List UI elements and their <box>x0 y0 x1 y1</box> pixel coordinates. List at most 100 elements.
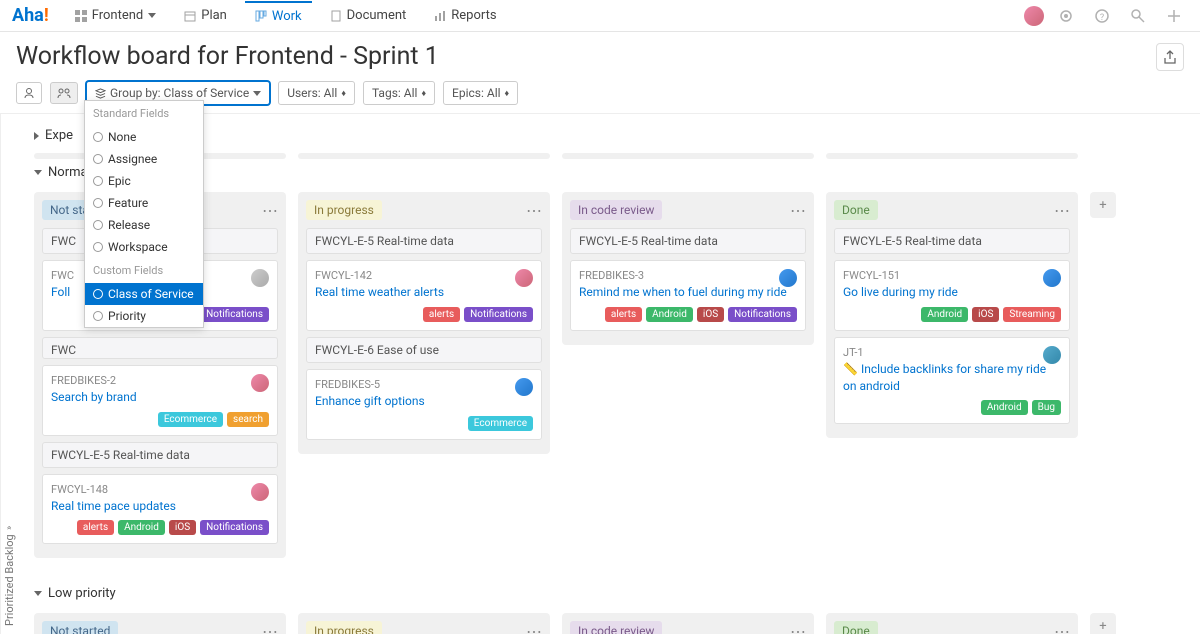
add-column-button[interactable]: + <box>1090 613 1116 634</box>
epic-header[interactable]: FWCYL-E-6 Ease of use <box>306 337 542 363</box>
share-button[interactable] <box>1156 43 1184 71</box>
column-codereview: In code review ⋯ JT-3 Improve alignment … <box>562 613 814 634</box>
plus-icon[interactable] <box>1166 8 1182 24</box>
tag: iOS <box>169 520 196 535</box>
card-title: Go live during my ride <box>843 284 1061 301</box>
column-menu[interactable]: ⋯ <box>1054 622 1070 634</box>
radio-icon <box>93 311 103 321</box>
column-inprogress: In progress ⋯ FWCYL-E-5 Real-time data F… <box>298 613 550 634</box>
tag: iOS <box>697 307 724 322</box>
column-menu[interactable]: ⋯ <box>790 622 806 634</box>
epics-filter[interactable]: Epics: All ♦ <box>443 81 518 105</box>
workspace-selector[interactable]: Frontend <box>65 2 167 29</box>
column-menu[interactable]: ⋯ <box>790 201 806 220</box>
tag: Notifications <box>728 307 797 322</box>
epic-header[interactable]: FWCYL-E-5 Real-time data <box>570 228 806 254</box>
tag: alerts <box>423 307 460 322</box>
search-icon[interactable] <box>1130 8 1146 24</box>
radio-icon <box>93 176 103 186</box>
dropdown-option-workspace[interactable]: Workspace <box>85 236 203 258</box>
dropdown-option-release[interactable]: Release <box>85 214 203 236</box>
dropdown-option-feature[interactable]: Feature <box>85 192 203 214</box>
nav-document[interactable]: Document <box>320 2 417 29</box>
card-title: Enhance gift options <box>315 393 533 410</box>
swimlane-lowpriority[interactable]: Low priority <box>34 582 1184 605</box>
column-menu[interactable]: ⋯ <box>526 622 542 634</box>
column-label: In code review <box>570 621 662 634</box>
gear-icon[interactable] <box>1058 8 1074 24</box>
help-icon[interactable]: ? <box>1094 8 1110 24</box>
radio-icon <box>93 132 103 142</box>
column-menu[interactable]: ⋯ <box>262 622 278 634</box>
assignee-avatar[interactable] <box>251 483 269 501</box>
radio-icon <box>93 220 103 230</box>
card-id: FWCYL-148 <box>51 483 269 496</box>
dropdown-option-none[interactable]: None <box>85 126 203 148</box>
nav-reports[interactable]: Reports <box>424 2 506 29</box>
tag: Streaming <box>1003 307 1061 322</box>
dropdown-section-header: Custom Fields <box>85 258 203 283</box>
card-id: FREDBIKES-5 <box>315 378 533 391</box>
dropdown-option-class-of-service[interactable]: Class of Service <box>85 283 203 305</box>
swimlane-expedite[interactable]: Expedite <box>34 124 1184 147</box>
assignee-avatar[interactable] <box>779 269 797 287</box>
column-label: In progress <box>306 200 382 220</box>
column-menu[interactable]: ⋯ <box>526 201 542 220</box>
tag: Notifications <box>200 520 269 535</box>
tag: alerts <box>77 520 114 535</box>
assignee-avatar[interactable] <box>1043 269 1061 287</box>
tag: Android <box>981 400 1028 415</box>
logo[interactable]: Aha! <box>12 5 49 26</box>
column-label: Not started <box>42 621 118 634</box>
card-id: FWCYL-142 <box>315 269 533 282</box>
assignee-avatar[interactable] <box>251 269 269 287</box>
card[interactable]: FWCYL-142 Real time weather alerts alert… <box>306 260 542 331</box>
card[interactable]: JT-1 📏Include backlinks for share my rid… <box>834 337 1070 425</box>
assignee-avatar[interactable] <box>251 374 269 392</box>
dropdown-section-header: Standard Fields <box>85 101 203 126</box>
epic-header[interactable]: FWCYL-E-5 Real-time data <box>42 442 278 468</box>
caret-down-icon <box>148 13 156 18</box>
calendar-icon <box>184 10 196 22</box>
workspace-label: Frontend <box>92 8 144 23</box>
radio-icon <box>93 154 103 164</box>
tag: Ecommerce <box>468 416 533 431</box>
column-menu[interactable]: ⋯ <box>1054 201 1070 220</box>
user-avatar[interactable] <box>1024 6 1044 26</box>
team-filter-button[interactable] <box>50 82 78 104</box>
backlog-sidebar-tab[interactable]: Prioritized Backlog » <box>0 114 18 634</box>
swimlane-normal[interactable]: Normal <box>34 161 1184 184</box>
epic-header[interactable]: FWCYL-E-5 Real-time data <box>834 228 1070 254</box>
nav-plan[interactable]: Plan <box>174 2 237 29</box>
card-id: JT-1 <box>843 346 1061 359</box>
dropdown-option-epic[interactable]: Epic <box>85 170 203 192</box>
card[interactable]: FREDBIKES-5 Enhance gift options Ecommer… <box>306 369 542 440</box>
radio-icon <box>93 198 103 208</box>
assignee-avatar[interactable] <box>515 378 533 396</box>
nav-work[interactable]: Work <box>245 1 312 30</box>
card[interactable]: FWCYL-148 Real time pace updates alertsA… <box>42 474 278 545</box>
card-title: Search by brand <box>51 389 269 406</box>
epic-header[interactable]: FWCYL-E-5 Real-time data <box>306 228 542 254</box>
column-notstarted: Not started ⋯ JT-4 Fix flakey specs <box>34 613 286 634</box>
users-filter[interactable]: Users: All ♦ <box>278 81 355 105</box>
dropdown-option-priority[interactable]: Priority <box>85 305 203 327</box>
epic-header[interactable]: FWC <box>42 337 278 359</box>
column-menu[interactable]: ⋯ <box>262 201 278 220</box>
card-title: Real time pace updates <box>51 498 269 515</box>
card[interactable]: FWCYL-151 Go live during my ride Android… <box>834 260 1070 331</box>
assignee-avatar[interactable] <box>515 269 533 287</box>
card[interactable]: FREDBIKES-2 Search by brand Ecommercesea… <box>42 365 278 436</box>
tags-filter[interactable]: Tags: All ♦ <box>363 81 435 105</box>
grid-icon <box>75 10 87 22</box>
tag: Android <box>921 307 968 322</box>
card[interactable]: FREDBIKES-3 Remind me when to fuel durin… <box>570 260 806 331</box>
assignee-filter-button[interactable] <box>16 82 42 104</box>
dropdown-option-assignee[interactable]: Assignee <box>85 148 203 170</box>
assignee-avatar[interactable] <box>1043 346 1061 364</box>
share-icon <box>1163 50 1177 64</box>
column-inprogress: In progress ⋯ FWCYL-E-5 Real-time data F… <box>298 192 550 454</box>
people-icon <box>57 87 71 99</box>
add-column-button[interactable]: + <box>1090 192 1116 218</box>
card-title: Remind me when to fuel during my ride <box>579 284 797 301</box>
